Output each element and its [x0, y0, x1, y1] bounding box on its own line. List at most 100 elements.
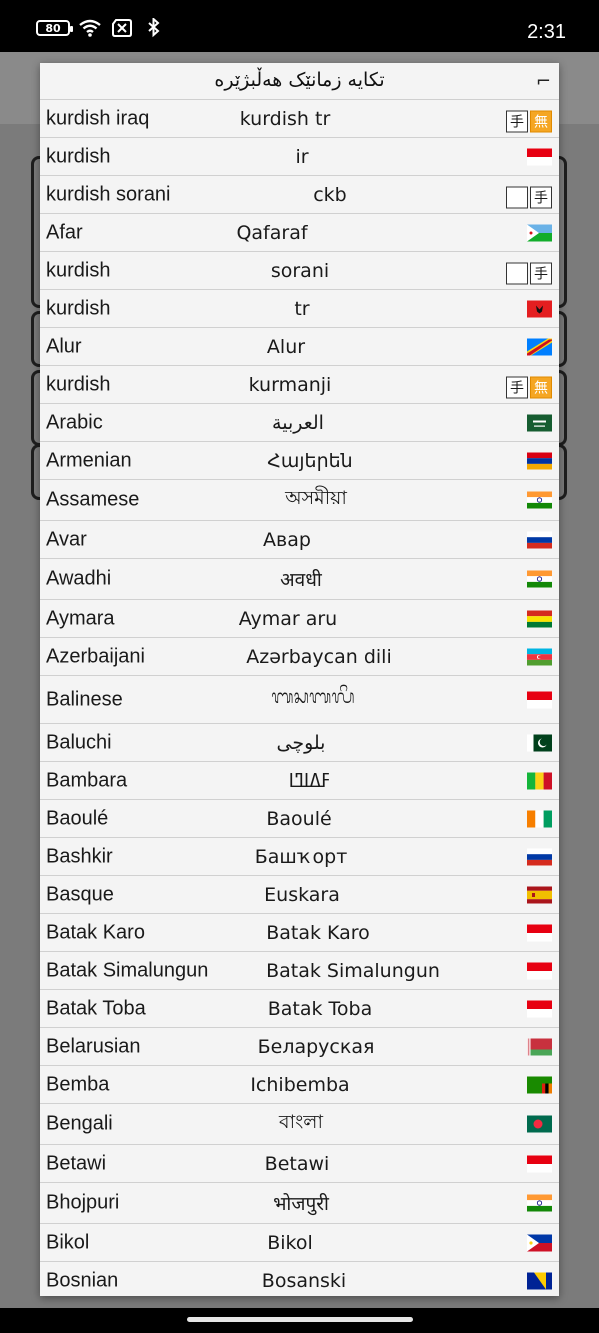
language-name-english: Bosnian: [46, 1269, 119, 1291]
language-row[interactable]: Armenian Հայերեն: [40, 442, 559, 480]
dialog-title: تکایە زمانێک هەڵبژێرە: [214, 69, 385, 91]
language-row[interactable]: kurdish sorani 手: [40, 252, 559, 290]
language-row[interactable]: Alur Alur: [40, 328, 559, 366]
script-glyph-icon: [506, 262, 528, 284]
language-name-native: Batak Simalungun: [266, 959, 440, 982]
language-name-english: Assamese: [46, 488, 140, 511]
flag-bo-icon: [527, 610, 552, 627]
language-row[interactable]: kurdish kurmanji 手無: [40, 366, 559, 404]
language-name-native: kurdish tr: [239, 107, 331, 130]
language-row[interactable]: kurdish ir: [40, 138, 559, 176]
language-name-native: Հայերեն: [267, 449, 353, 472]
language-name-native: Euskara: [264, 883, 340, 906]
language-row[interactable]: Aymara Aymar aru: [40, 600, 559, 638]
language-name-english: Armenian: [46, 449, 132, 471]
script-glyph-icon: 手: [530, 262, 552, 284]
language-row[interactable]: Bengali বাংলা: [40, 1104, 559, 1145]
language-row[interactable]: Basque Euskara: [40, 876, 559, 914]
flag-cd-icon: [527, 338, 552, 355]
language-name-english: Baoulé: [46, 807, 109, 829]
language-name-english: kurdish: [46, 297, 111, 319]
language-name-native: kurmanji: [248, 373, 332, 396]
language-name-english: Batak Toba: [46, 997, 146, 1019]
language-row[interactable]: Bashkir Башҡорт: [40, 838, 559, 876]
language-name-native: Беларуская: [257, 1035, 375, 1058]
language-row[interactable]: Bosnian Bosanski: [40, 1262, 559, 1296]
bluetooth-icon: [148, 18, 160, 38]
language-name-native: Bikol: [267, 1231, 313, 1254]
language-row[interactable]: Avar Авар: [40, 521, 559, 559]
language-row[interactable]: Batak Simalungun Batak Simalungun: [40, 952, 559, 990]
language-name-native: Bosanski: [261, 1269, 347, 1292]
language-name-english: Belarusian: [46, 1035, 141, 1057]
language-name-native: ߓߡߊߣߊ: [288, 769, 330, 792]
language-row[interactable]: Batak Toba Batak Toba: [40, 990, 559, 1028]
language-row[interactable]: Baoulé Baoulé: [40, 800, 559, 838]
language-row[interactable]: Assamese অসমীয়া: [40, 480, 559, 521]
home-gesture-pill[interactable]: [187, 1317, 413, 1322]
language-name-native: Alur: [266, 335, 306, 358]
language-row[interactable]: Bikol Bikol: [40, 1224, 559, 1262]
language-row[interactable]: Azerbaijani Azərbaycan dili: [40, 638, 559, 676]
language-name-english: Avar: [46, 528, 87, 550]
script-glyph-icon: 手: [506, 376, 528, 398]
back-icon[interactable]: ⌐: [536, 71, 551, 92]
language-name-native: Ichibemba: [250, 1073, 350, 1096]
language-row[interactable]: Bemba Ichibemba: [40, 1066, 559, 1104]
language-row[interactable]: Afar Qafaraf: [40, 214, 559, 252]
language-name-english: Bhojpuri: [46, 1191, 120, 1214]
language-name-native: भोजपुरी: [273, 1193, 329, 1215]
flag-id-icon: [527, 1155, 552, 1172]
language-name-native: Baoulé: [266, 807, 332, 830]
script-glyph-icon: 無: [530, 376, 552, 398]
language-name-english: Bambara: [46, 769, 128, 791]
flag-al-icon: [527, 300, 552, 317]
language-name-english: Batak Karo: [46, 921, 145, 943]
language-list[interactable]: kurdish iraq kurdish tr 手無 kurdish ir kurdish…: [40, 100, 559, 1296]
language-name-native: Qafaraf: [236, 221, 308, 244]
flag-az-icon: [527, 648, 552, 665]
language-row[interactable]: Bhojpuri भोजपुरी: [40, 1183, 559, 1224]
language-name-native: Башҡорт: [254, 845, 348, 868]
flag-ru-icon: [527, 848, 552, 865]
language-name-english: Alur: [46, 335, 82, 357]
flag-ci-icon: [527, 810, 552, 827]
language-name-native: Aymar aru: [238, 607, 338, 630]
language-row[interactable]: Balinese ᬩᬲᬩᬮᬶ: [40, 676, 559, 724]
language-row[interactable]: Awadhi अवधी: [40, 559, 559, 600]
flag-pk-icon: [527, 734, 552, 751]
clock: 2:31: [527, 21, 566, 43]
language-row[interactable]: kurdish tr: [40, 290, 559, 328]
language-name-native: Azərbaycan dili: [246, 645, 392, 668]
script-glyph-icon: [506, 186, 528, 208]
language-name-english: kurdish: [46, 373, 111, 395]
flag-es-icon: [527, 886, 552, 903]
flag-id-icon: [527, 924, 552, 941]
language-row[interactable]: Bambara ߓߡߊߣߊ: [40, 762, 559, 800]
language-row[interactable]: kurdish sorani ckb 手: [40, 176, 559, 214]
language-name-native: अवधी: [280, 569, 322, 591]
no-sim-icon: [112, 19, 132, 37]
language-row[interactable]: Betawi Betawi: [40, 1145, 559, 1183]
language-name-english: kurdish: [46, 259, 111, 281]
language-row[interactable]: Baluchi بلوچی: [40, 724, 559, 762]
language-name-english: Azerbaijani: [46, 645, 145, 667]
script-icon: 手: [506, 186, 552, 208]
language-row[interactable]: kurdish iraq kurdish tr 手無: [40, 100, 559, 138]
language-row[interactable]: Belarusian Беларуская: [40, 1028, 559, 1066]
language-name-native: Batak Toba: [267, 997, 373, 1020]
flag-ru-icon: [527, 531, 552, 548]
language-name-native: ckb: [313, 183, 347, 206]
language-row[interactable]: Arabic العربية: [40, 404, 559, 442]
language-picker-dialog: تکایە زمانێک هەڵبژێرە ⌐ kurdish iraq kurd…: [40, 63, 559, 1296]
flag-ba-icon: [527, 1272, 552, 1289]
battery-level: 80: [45, 21, 61, 35]
language-name-english: Bemba: [46, 1073, 110, 1095]
language-name-native: Авар: [263, 528, 311, 551]
language-name-native: العربية: [272, 411, 324, 434]
language-name-native: بلوچی: [276, 731, 326, 754]
language-name-english: kurdish: [46, 145, 111, 167]
language-name-english: Aymara: [46, 607, 115, 629]
script-icon: 手無: [506, 110, 552, 132]
language-row[interactable]: Batak Karo Batak Karo: [40, 914, 559, 952]
